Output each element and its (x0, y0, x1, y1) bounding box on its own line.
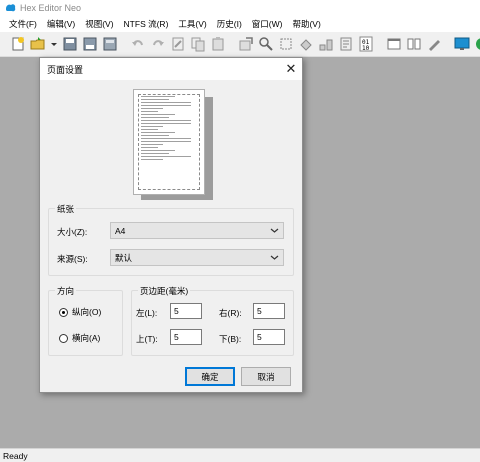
radio-unselected-indicator (59, 333, 68, 343)
new-file-icon[interactable] (10, 35, 26, 53)
status-bar: Ready (0, 448, 480, 462)
dropdown-arrow-icon[interactable] (50, 35, 58, 53)
edit-icon[interactable] (170, 35, 186, 53)
open-folder-icon[interactable] (30, 35, 46, 53)
paper-size-value: A4 (115, 225, 126, 236)
ok-button[interactable]: 确定 (185, 367, 235, 386)
page-preview (133, 89, 205, 195)
margin-bottom-value: 5 (257, 332, 262, 342)
export-icon[interactable] (238, 35, 254, 53)
menu-history[interactable]: 历史(I) (212, 18, 247, 30)
menu-file[interactable]: 文件(F) (4, 18, 42, 30)
binary-icon[interactable]: 01 10 (358, 35, 374, 53)
margin-bottom-input[interactable]: 5 (253, 329, 285, 345)
menu-help[interactable]: 帮助(V) (287, 18, 325, 30)
menu-tools[interactable]: 工具(V) (173, 18, 211, 30)
portrait-radio[interactable]: 纵向(O) (59, 306, 101, 318)
menu-bar: 文件(F) 编辑(V) 视图(V) NTFS 流(R) 工具(V) 历史(I) … (0, 15, 480, 32)
svg-text:10: 10 (362, 45, 370, 52)
margin-right-value: 5 (257, 306, 262, 316)
margin-left-label: 左(L): (136, 308, 158, 318)
structure-icon[interactable] (318, 35, 334, 53)
paper-group-label: 纸张 (55, 203, 77, 215)
paper-source-value: 默认 (115, 252, 133, 263)
landscape-label: 横向(A) (72, 333, 101, 343)
paper-size-select[interactable]: A4 (110, 222, 284, 239)
menu-ntfs-streams[interactable]: NTFS 流(R) (119, 18, 174, 30)
fill-icon[interactable] (298, 35, 314, 53)
properties-icon[interactable] (338, 35, 354, 53)
copy-icon[interactable] (190, 35, 206, 53)
save-icon[interactable] (62, 35, 78, 53)
margin-bottom-label: 下(B): (219, 334, 242, 344)
title-bar: Hex Editor Neo (0, 0, 480, 15)
orientation-group: 方向 纵向(O) 横向(A) (48, 285, 123, 356)
menu-window[interactable]: 窗口(W) (247, 18, 288, 30)
status-text: Ready (3, 450, 28, 461)
paste-icon[interactable] (210, 35, 226, 53)
orientation-group-label: 方向 (55, 285, 77, 297)
redo-icon[interactable] (150, 35, 166, 53)
margins-group-label: 页边距(毫米) (138, 285, 191, 297)
margin-left-input[interactable]: 5 (170, 303, 202, 319)
landscape-radio[interactable]: 横向(A) (59, 332, 100, 344)
paper-size-label: 大小(Z): (57, 227, 88, 237)
cancel-button[interactable]: 取消 (241, 367, 291, 386)
tile-icon[interactable] (406, 35, 422, 53)
portrait-label: 纵向(O) (72, 307, 102, 317)
page-setup-dialog: 页面设置 ✕ 纸张 大小(Z): A4 来源(S): 默认 方向 纵向(O) 横… (39, 57, 303, 393)
chevron-down-icon (270, 255, 279, 260)
monitor-icon[interactable] (454, 35, 470, 53)
save-all-icon[interactable] (102, 35, 118, 53)
save-copy-icon[interactable] (82, 35, 98, 53)
undo-icon[interactable] (130, 35, 146, 53)
paper-group: 纸张 大小(Z): A4 来源(S): 默认 (48, 203, 294, 276)
margin-top-label: 上(T): (136, 334, 158, 344)
margin-top-value: 5 (174, 332, 179, 342)
radio-selected-indicator (59, 307, 68, 317)
margin-left-value: 5 (174, 306, 179, 316)
margins-group: 页边距(毫米) 左(L): 5 右(R): 5 上(T): 5 下(B): 5 (131, 285, 294, 356)
chevron-down-icon (270, 228, 279, 233)
margin-top-input[interactable]: 5 (170, 329, 202, 345)
pen-icon[interactable] (426, 35, 442, 53)
find-icon[interactable] (258, 35, 274, 53)
page-preview-margins (138, 94, 200, 190)
window-icon[interactable] (386, 35, 402, 53)
paper-source-select[interactable]: 默认 (110, 249, 284, 266)
app-title: Hex Editor Neo (20, 2, 82, 13)
dialog-title: 页面设置 (47, 64, 84, 75)
app-logo-icon (6, 4, 16, 12)
menu-edit[interactable]: 编辑(V) (42, 18, 80, 30)
close-icon[interactable]: ✕ (280, 58, 302, 80)
margin-right-input[interactable]: 5 (253, 303, 285, 319)
margin-right-label: 右(R): (219, 308, 242, 318)
help-icon[interactable] (474, 35, 480, 53)
paper-source-label: 来源(S): (57, 254, 88, 264)
toolbar: 01 10 (0, 32, 480, 57)
menu-view[interactable]: 视图(V) (80, 18, 118, 30)
select-icon[interactable] (278, 35, 294, 53)
dialog-title-bar: 页面设置 ✕ (40, 58, 302, 80)
